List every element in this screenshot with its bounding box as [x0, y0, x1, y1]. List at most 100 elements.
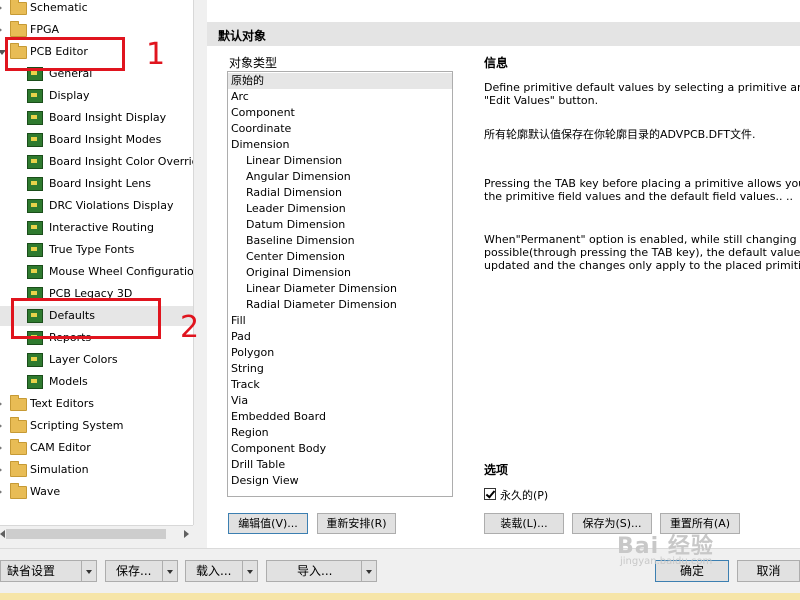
edit-values-button[interactable]: 编辑值(V)...	[228, 513, 308, 534]
tree-item[interactable]: Board Insight Modes	[0, 130, 193, 150]
tree-item[interactable]: Board Insight Color Overrid	[0, 152, 193, 172]
pcb-chip-icon	[27, 199, 43, 213]
tree-item[interactable]: Board Insight Display	[0, 108, 193, 128]
save-label: 保存...	[116, 564, 152, 578]
tree-folder[interactable]: Simulation	[0, 460, 193, 480]
panel-title: 默认对象	[218, 29, 267, 43]
tree-item-label: DRC Violations Display	[49, 199, 174, 212]
list-item[interactable]: Angular Dimension	[228, 169, 452, 185]
pcb-chip-icon	[27, 221, 43, 235]
list-item[interactable]: Polygon	[228, 345, 452, 361]
list-item[interactable]: Center Dimension	[228, 249, 452, 265]
chevron-down-icon[interactable]	[81, 561, 96, 581]
permanent-checkbox[interactable]	[484, 488, 496, 500]
info-text-2: 所有轮廓默认值保存在你轮廓目录的ADVPCB.DFT文件.	[484, 128, 756, 141]
list-item[interactable]: Track	[228, 377, 452, 393]
tree-folder[interactable]: Wave	[0, 482, 193, 502]
scrollbar-thumb[interactable]	[6, 529, 166, 539]
load-settings-button[interactable]: 载入...	[185, 560, 258, 582]
collapsed-arrow-icon[interactable]	[0, 466, 2, 474]
tree-item-label: Layer Colors	[49, 353, 118, 366]
list-item[interactable]: Component	[228, 105, 452, 121]
watermark-url: jingyan.baidu.com	[620, 556, 713, 567]
tree-item[interactable]: Models	[0, 372, 193, 392]
default-settings-label: 缺省设置	[7, 564, 56, 578]
load-button[interactable]: 装载(L)...	[484, 513, 564, 534]
load-settings-label: 载入...	[196, 564, 232, 578]
list-item[interactable]: Coordinate	[228, 121, 452, 137]
list-item[interactable]: Linear Diameter Dimension	[228, 281, 452, 297]
permanent-label[interactable]: 永久的(P)	[500, 487, 548, 503]
tree-item[interactable]: Layer Colors	[0, 350, 193, 370]
list-category-header[interactable]: 原始的	[228, 73, 452, 89]
tree-item[interactable]: Board Insight Lens	[0, 174, 193, 194]
collapsed-arrow-icon[interactable]	[0, 444, 2, 452]
tree-item[interactable]: DRC Violations Display	[0, 196, 193, 216]
list-item[interactable]: Drill Table	[228, 457, 452, 473]
tree-item[interactable]: Display	[0, 86, 193, 106]
collapsed-arrow-icon[interactable]	[0, 422, 2, 430]
annotation-number-1: 1	[146, 37, 166, 72]
tree-folder[interactable]: Schematic	[0, 0, 193, 18]
list-item[interactable]: Dimension	[228, 137, 452, 153]
tree-item[interactable]: Interactive Routing	[0, 218, 193, 238]
list-item[interactable]: Design View	[228, 473, 452, 489]
tree-folder[interactable]: CAM Editor	[0, 438, 193, 458]
list-item[interactable]: Arc	[228, 89, 452, 105]
list-item[interactable]: Pad	[228, 329, 452, 345]
tree-folder[interactable]: Scripting System	[0, 416, 193, 436]
tree-folder-label: Scripting System	[30, 419, 124, 432]
object-type-label: 对象类型	[229, 56, 278, 70]
collapsed-arrow-icon[interactable]	[0, 488, 2, 496]
scroll-right-arrow-icon[interactable]	[184, 530, 189, 538]
list-item[interactable]: Radial Diameter Dimension	[228, 297, 452, 313]
default-settings-button[interactable]: 缺省设置	[0, 560, 97, 582]
save-button[interactable]: 保存...	[105, 560, 178, 582]
scroll-left-arrow-icon[interactable]	[0, 530, 5, 538]
collapsed-arrow-icon[interactable]	[0, 26, 2, 34]
tree-folder-label: Wave	[30, 485, 61, 498]
chevron-down-icon[interactable]	[361, 561, 376, 581]
import-button[interactable]: 导入...	[266, 560, 377, 582]
tree-item[interactable]: Mouse Wheel Configuration	[0, 262, 193, 282]
import-label: 导入...	[297, 564, 333, 578]
tree-folder-label: CAM Editor	[30, 441, 91, 454]
defaults-panel: 默认对象 对象类型 原始的 Arc Component Coordinate Dimen…	[207, 0, 800, 548]
pcb-chip-icon	[27, 133, 43, 147]
tree-item-label: True Type Fonts	[49, 243, 135, 256]
list-item[interactable]: Embedded Board	[228, 409, 452, 425]
pcb-chip-icon	[27, 353, 43, 367]
list-item[interactable]: Leader Dimension	[228, 201, 452, 217]
list-item[interactable]: Radial Dimension	[228, 185, 452, 201]
tree-item-label: Display	[49, 89, 90, 102]
tree-item-label: Board Insight Modes	[49, 133, 162, 146]
tree-item-label: Models	[49, 375, 88, 388]
tree-item[interactable]: True Type Fonts	[0, 240, 193, 260]
cancel-button[interactable]: 取消	[737, 560, 800, 582]
list-item[interactable]: Region	[228, 425, 452, 441]
list-item[interactable]: Baseline Dimension	[228, 233, 452, 249]
pcb-chip-icon	[27, 111, 43, 125]
tree-horizontal-scrollbar[interactable]	[0, 525, 193, 543]
info-text-3: Pressing the TAB key before placing a pr…	[484, 177, 800, 203]
preferences-tree[interactable]: Schematic FPGA PCB Editor General Display Boa…	[0, 0, 194, 525]
list-item[interactable]: Original Dimension	[228, 265, 452, 281]
list-item[interactable]: Linear Dimension	[228, 153, 452, 169]
tree-folder-label: Text Editors	[30, 397, 95, 410]
collapsed-arrow-icon[interactable]	[0, 4, 2, 12]
chevron-down-icon[interactable]	[162, 561, 177, 581]
reorder-button[interactable]: 重新安排(R)	[317, 513, 396, 534]
object-type-list[interactable]: 原始的 Arc Component Coordinate Dimension Linear…	[227, 71, 453, 497]
tree-folder[interactable]: Text Editors	[0, 394, 193, 414]
list-item[interactable]: Via	[228, 393, 452, 409]
info-text-4: When"Permanent" option is enabled, while…	[484, 233, 800, 272]
list-item[interactable]: String	[228, 361, 452, 377]
highlight-box-defaults	[11, 298, 161, 339]
chevron-down-icon[interactable]	[242, 561, 257, 581]
list-item[interactable]: Datum Dimension	[228, 217, 452, 233]
collapsed-arrow-icon[interactable]	[0, 400, 2, 408]
folder-icon	[10, 483, 27, 499]
pcb-chip-icon	[27, 89, 43, 103]
list-item[interactable]: Fill	[228, 313, 452, 329]
list-item[interactable]: Component Body	[228, 441, 452, 457]
